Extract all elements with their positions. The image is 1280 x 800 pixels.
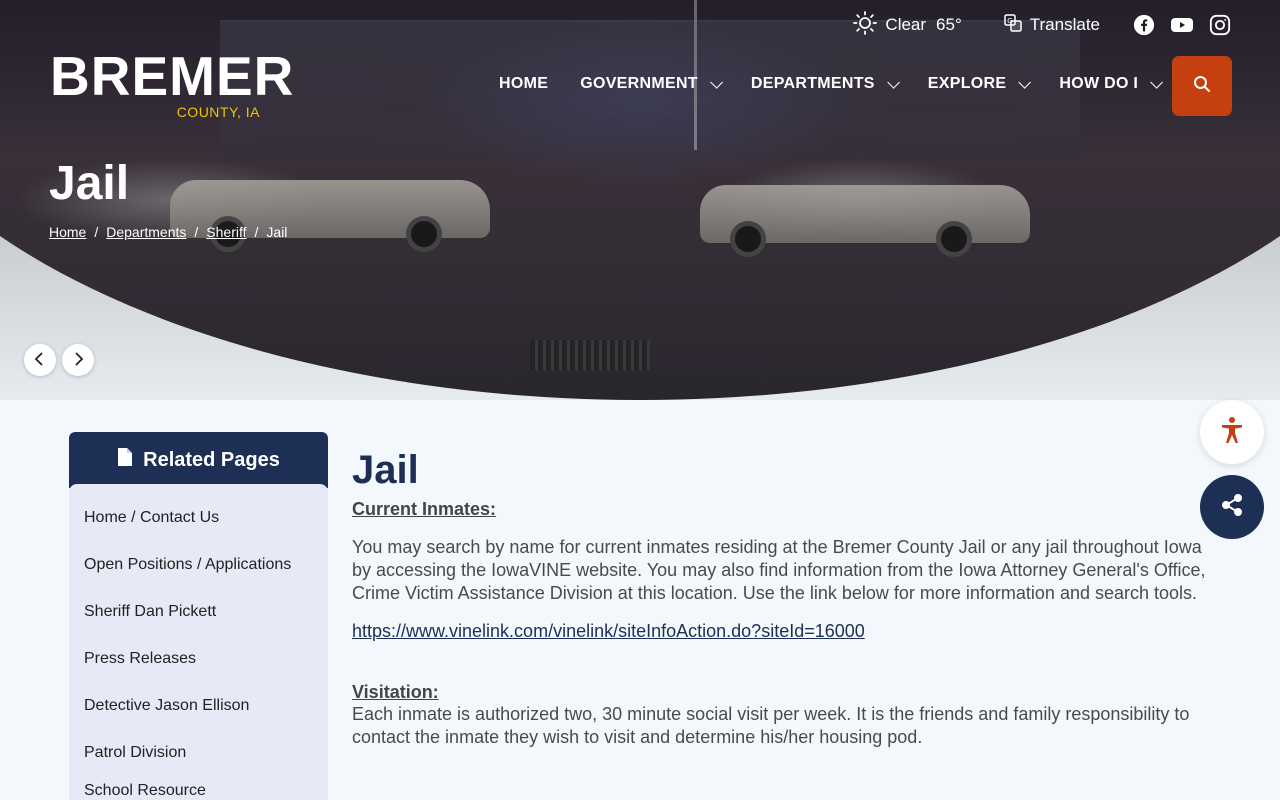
main-nav: HOME GOVERNMENT DEPARTMENTS EXPLORE HOW …	[499, 70, 1164, 98]
chevron-left-icon	[34, 351, 46, 370]
sidebar-item-press-releases[interactable]: Press Releases	[69, 635, 328, 682]
chevron-down-icon	[887, 75, 900, 89]
sidebar-item-detective[interactable]: Detective Jason Ellison	[69, 682, 328, 729]
nav-government[interactable]: GOVERNMENT	[580, 70, 723, 98]
weather-condition: Clear	[885, 15, 927, 34]
sun-icon	[853, 10, 878, 40]
nav-how-do-i[interactable]: HOW DO I	[1059, 70, 1164, 98]
sidebar-item-school-resource[interactable]: School Resource Office/D.A.R.E	[69, 776, 328, 800]
accessibility-icon	[1217, 415, 1247, 449]
sidebar-header: Related Pages	[69, 432, 328, 488]
related-pages-sidebar: Related Pages Home / Contact Us Open Pos…	[69, 432, 328, 800]
nav-home-label: HOME	[499, 75, 549, 92]
current-inmates-heading-colon: :	[490, 499, 497, 519]
breadcrumb-separator: /	[194, 224, 199, 240]
sidebar-item-open-positions[interactable]: Open Positions / Applications	[69, 541, 328, 588]
translate-label: Translate	[1029, 15, 1100, 34]
instagram-icon[interactable]	[1208, 13, 1232, 37]
nav-government-label: GOVERNMENT	[580, 75, 698, 92]
chevron-down-icon	[710, 75, 723, 89]
nav-explore[interactable]: EXPLORE	[927, 70, 1032, 98]
hero-car-right	[700, 185, 1030, 257]
breadcrumb-sheriff[interactable]: Sheriff	[206, 224, 246, 240]
main-content: Jail Current Inmates: You may search by …	[352, 448, 1222, 765]
page-title: Jail	[352, 448, 419, 492]
chevron-down-icon	[1018, 75, 1032, 89]
nav-home[interactable]: HOME	[499, 70, 548, 98]
hero-title: Jail	[49, 157, 130, 210]
breadcrumb: Home / Departments / Sheriff / Jail	[49, 224, 287, 240]
slider-prev-button[interactable]	[24, 344, 56, 376]
related-pages-list: Home / Contact Us Open Positions / Appli…	[69, 484, 328, 800]
breadcrumb-departments[interactable]: Departments	[106, 224, 186, 240]
breadcrumb-separator: /	[94, 224, 99, 240]
sidebar-title: Related Pages	[143, 448, 280, 471]
weather-widget[interactable]: Clear 65°	[853, 10, 962, 40]
visitation-text: Each inmate is authorized two, 30 minute…	[352, 704, 1190, 747]
social-links	[1132, 13, 1232, 37]
visitation-heading: Visitation:	[352, 682, 439, 702]
facebook-icon[interactable]	[1132, 13, 1156, 37]
utility-bar: Clear 65° G Translate	[853, 8, 1232, 42]
sidebar-item-contact[interactable]: Home / Contact Us	[69, 494, 328, 541]
current-inmates-text: You may search by name for current inmat…	[352, 537, 1206, 603]
breadcrumb-home[interactable]: Home	[49, 224, 86, 240]
document-icon	[117, 447, 133, 473]
translate-icon: G	[1004, 13, 1022, 37]
svg-text:G: G	[1007, 17, 1012, 25]
current-inmates-heading: Current Inmates:	[352, 499, 1222, 520]
hero-drain-grate	[530, 340, 650, 370]
logo-subtitle: COUNTY, IA	[176, 104, 260, 120]
translate-button[interactable]: G Translate	[1004, 13, 1100, 37]
breadcrumb-current: Jail	[266, 224, 288, 240]
current-inmates-heading-text: Current Inmates	[352, 499, 491, 519]
sidebar-item-patrol[interactable]: Patrol Division	[69, 729, 328, 776]
breadcrumb-separator: /	[254, 224, 259, 240]
weather-temperature: 65°	[936, 15, 962, 34]
search-button[interactable]	[1172, 56, 1232, 116]
site-logo[interactable]: BREMER COUNTY, IA	[50, 45, 295, 128]
chevron-right-icon	[72, 351, 84, 370]
share-icon	[1219, 492, 1245, 522]
youtube-icon[interactable]	[1170, 13, 1194, 37]
vinelink-link[interactable]: https://www.vinelink.com/vinelink/siteIn…	[352, 621, 1222, 642]
nav-departments[interactable]: DEPARTMENTS	[750, 70, 900, 98]
search-icon	[1192, 74, 1212, 98]
nav-departments-label: DEPARTMENTS	[750, 75, 875, 92]
nav-how-do-i-label: HOW DO I	[1059, 75, 1139, 92]
logo-wordmark: BREMER	[50, 45, 295, 107]
sidebar-item-sheriff[interactable]: Sheriff Dan Pickett	[69, 588, 328, 635]
slider-next-button[interactable]	[62, 344, 94, 376]
nav-explore-label: EXPLORE	[927, 75, 1007, 92]
